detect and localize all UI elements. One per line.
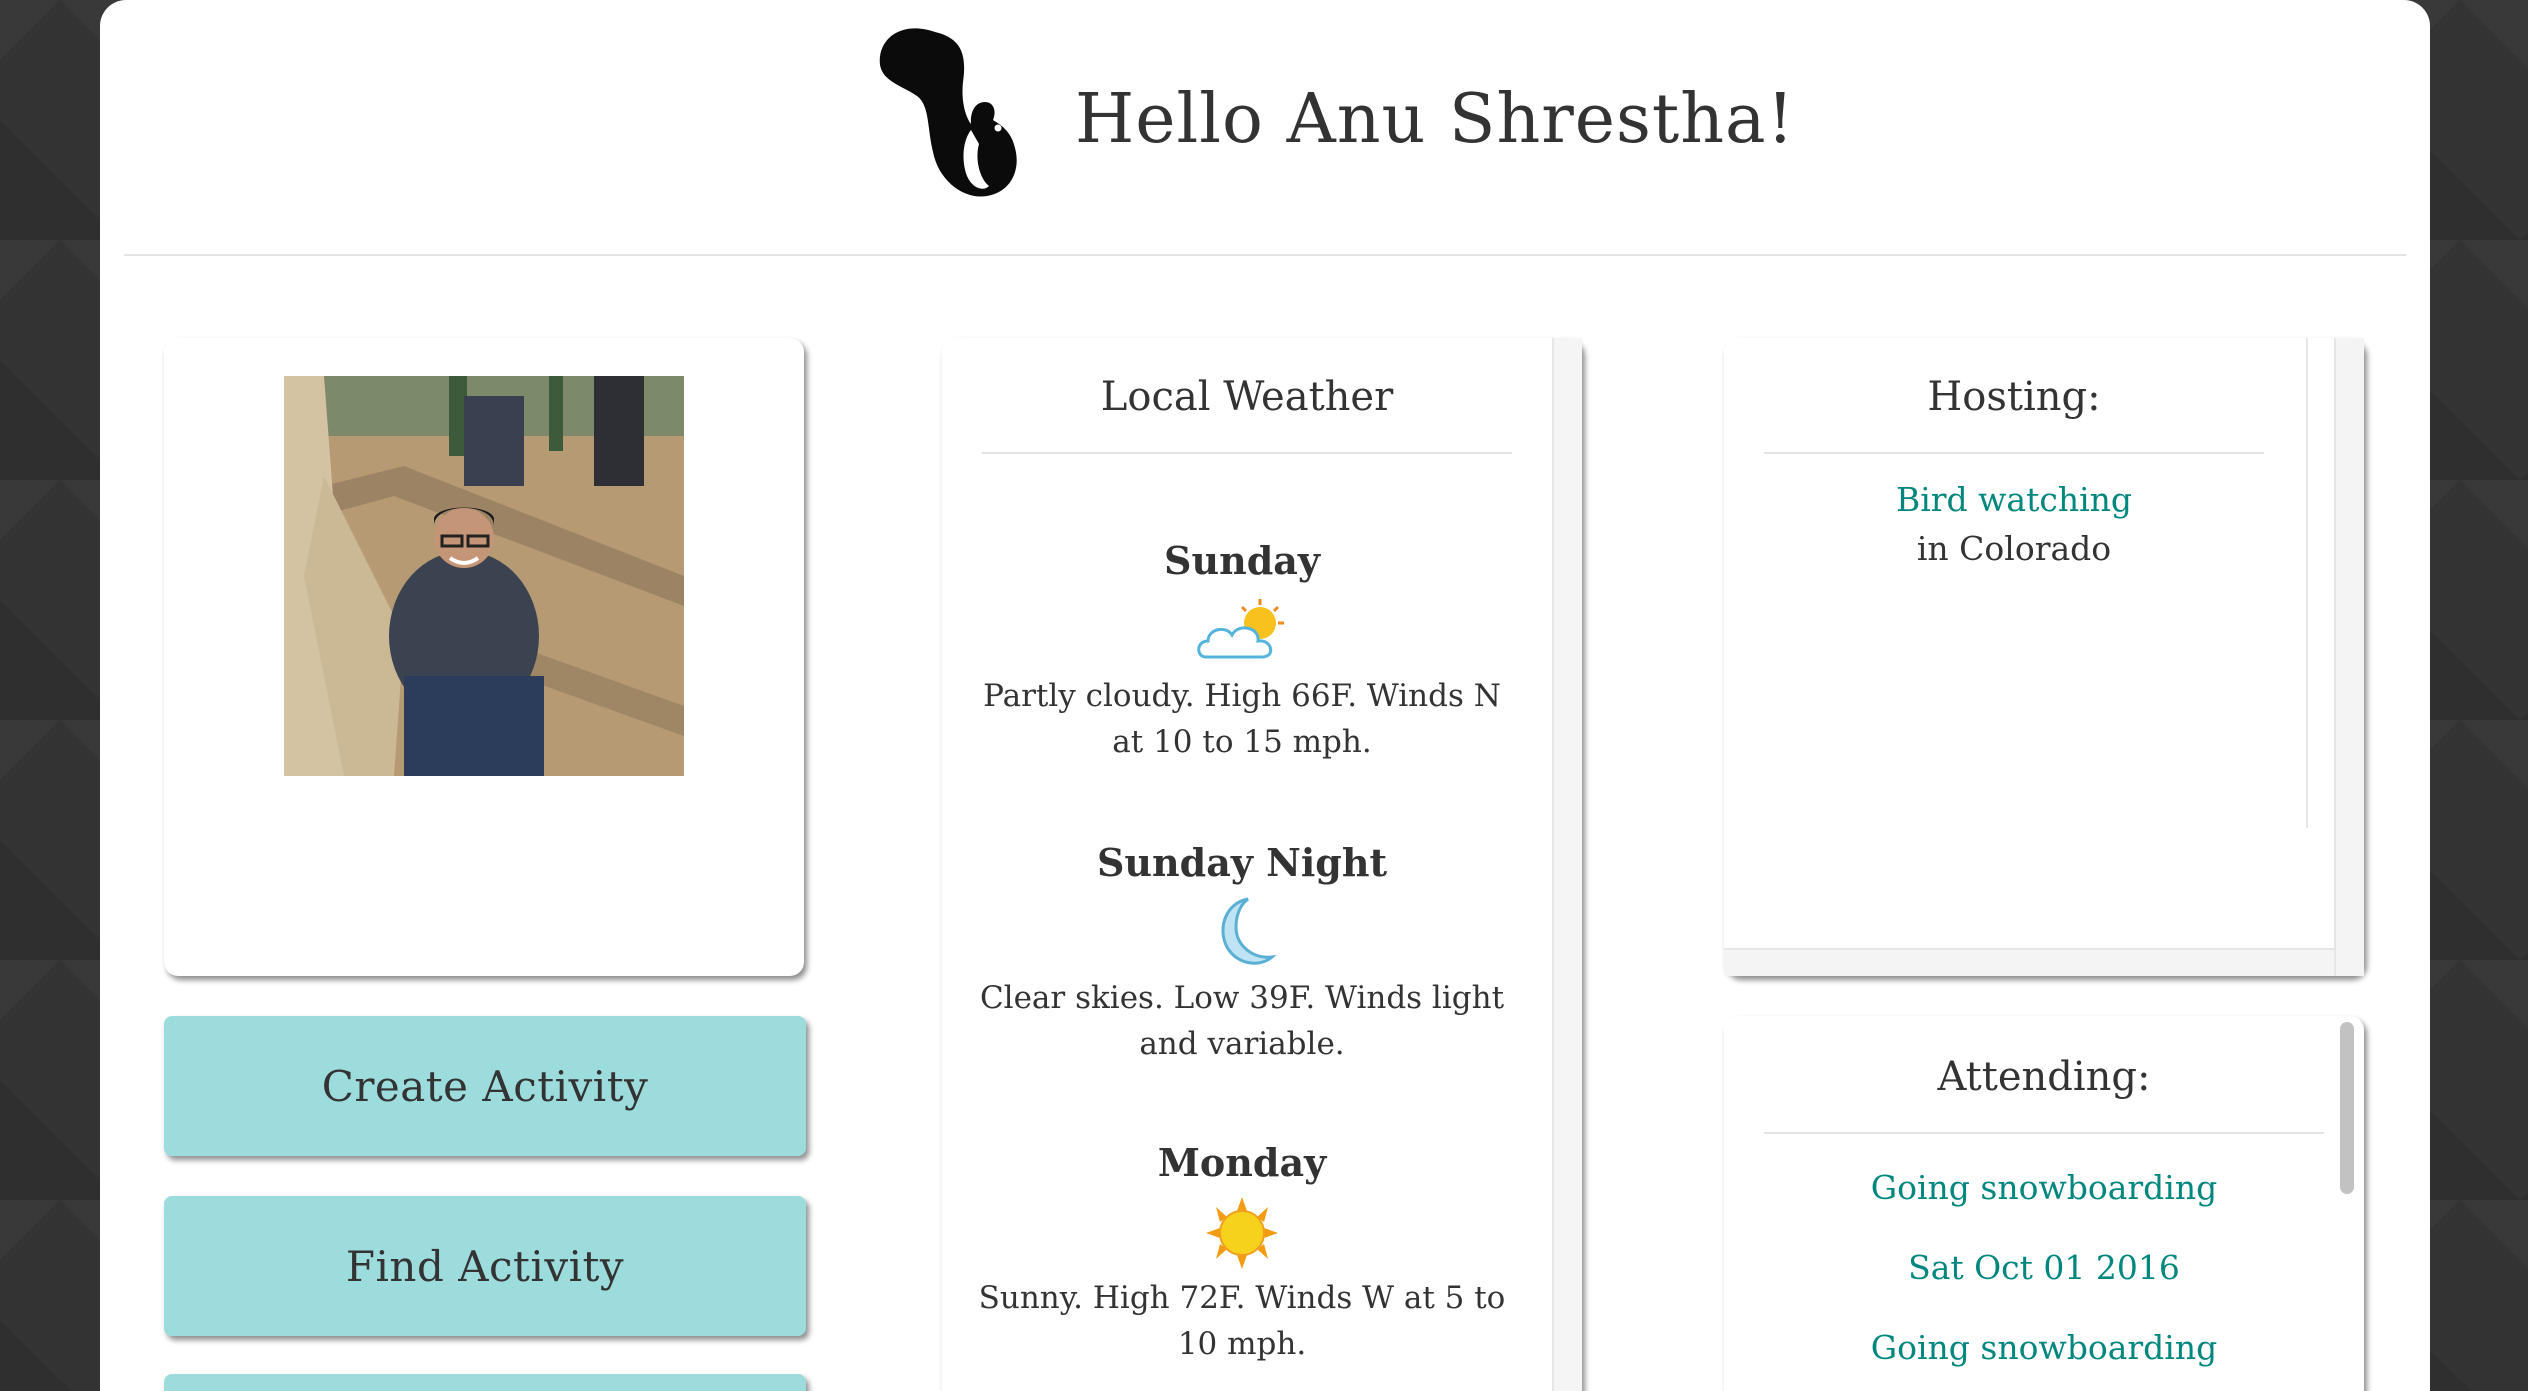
hosting-card: Hosting: Bird watching in Colorado	[1724, 338, 2364, 976]
hosting-item: Bird watching in Colorado	[1764, 480, 2264, 568]
attending-divider	[1764, 1132, 2324, 1134]
attending-date[interactable]: Sat Oct 01 2016	[1764, 1248, 2324, 1287]
profile-photo[interactable]	[284, 376, 684, 776]
squirrel-logo-icon	[879, 28, 1017, 197]
header-divider	[124, 254, 2406, 256]
hosting-location: in Colorado	[1916, 529, 2112, 568]
moon-icon	[1221, 897, 1277, 965]
find-activity-button[interactable]: Find Activity	[164, 1196, 806, 1336]
create-activity-button[interactable]: Create Activity	[164, 1016, 806, 1156]
weather-day: Monday Sunny. High 72F. Winds W at 5 to …	[972, 1140, 1512, 1367]
weather-day-description: Sunny. High 72F. Winds W at 5 to 10 mph.	[978, 1280, 1506, 1362]
profile-card	[164, 338, 804, 976]
attending-activity-link[interactable]: Going snowboarding	[1764, 1168, 2324, 1207]
weather-divider	[982, 452, 1512, 454]
hosting-horizontal-scrollbar[interactable]	[1724, 948, 2334, 976]
header: Hello Anu Shrestha!	[100, 0, 2430, 256]
weather-day-description: Partly cloudy. High 66F. Winds N at 10 t…	[983, 678, 1501, 760]
weather-title: Local Weather	[1100, 374, 1394, 420]
hosting-divider	[1764, 452, 2264, 454]
partly-cloudy-icon	[1197, 599, 1284, 659]
attending-scrollbar[interactable]	[2340, 1022, 2354, 1194]
weather-day-name: Sunday Night	[1096, 840, 1388, 885]
weather-day: Sunday Night Clear skies. Low 39F. Winds…	[972, 840, 1512, 1067]
hosting-inner-scrollbar[interactable]	[2306, 338, 2334, 828]
page-title: Hello Anu Shrestha!	[1075, 80, 1795, 159]
attending-card: Attending: Going snowboarding Sat Oct 01…	[1724, 1016, 2364, 1391]
weather-scrollbar[interactable]	[1552, 338, 1582, 1391]
weather-day-name: Sunday	[1164, 538, 1320, 583]
weather-day: Sunday Partly cloudy. High 66F. Winds N …	[972, 538, 1512, 765]
weather-card: Local Weather Sunday Partly cloudy. High…	[942, 338, 1582, 1391]
main-panel: Hello Anu Shrestha! Create Activity Find…	[100, 0, 2430, 1391]
sun-icon	[1206, 1197, 1278, 1269]
attending-title: Attending:	[1937, 1054, 2151, 1100]
hosting-scrollbar[interactable]	[2334, 338, 2364, 976]
attending-activity-link[interactable]: Going snowboarding	[1764, 1328, 2324, 1367]
weather-day-name: Monday	[1157, 1140, 1327, 1185]
hosting-title: Hosting:	[1927, 374, 2101, 420]
more-actions-button[interactable]	[164, 1374, 806, 1391]
hosting-activity-link[interactable]: Bird watching	[1764, 480, 2264, 519]
weather-day-description: Clear skies. Low 39F. Winds light and va…	[979, 980, 1505, 1062]
